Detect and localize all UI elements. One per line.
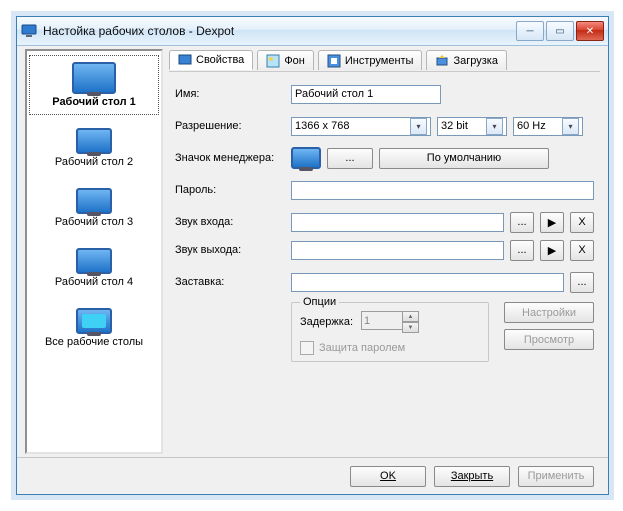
resolution-combo[interactable]: 1366 x 768 ▾ — [291, 117, 431, 136]
manager-icon-label: Значок менеджера: — [175, 152, 285, 164]
manager-icon-preview — [291, 147, 321, 169]
monitor-icon — [76, 248, 112, 274]
logout-sound-play-button[interactable]: ▶ — [540, 240, 564, 261]
app-icon — [21, 23, 37, 39]
sidebar-item-label: Рабочий стол 4 — [55, 276, 133, 288]
sidebar-item-desktop-2[interactable]: Рабочий стол 2 — [29, 121, 159, 175]
checkbox-box — [300, 341, 314, 355]
login-sound-label: Звук входа: — [175, 216, 285, 228]
logout-sound-clear-button[interactable]: X — [570, 240, 594, 261]
chevron-down-icon: ▾ — [562, 118, 579, 135]
desktop-list: Рабочий стол 1 Рабочий стол 2 Рабочий ст… — [25, 49, 163, 454]
tab-label: Фон — [284, 55, 305, 67]
sidebar-item-desktop-4[interactable]: Рабочий стол 4 — [29, 241, 159, 295]
screensaver-input[interactable] — [291, 273, 564, 292]
tab-label: Свойства — [196, 54, 244, 66]
tab-properties[interactable]: Свойства — [169, 50, 253, 70]
window-title: Настойка рабочих столов - Dexpot — [43, 24, 510, 38]
name-label: Имя: — [175, 88, 285, 100]
background-icon — [266, 54, 280, 68]
startup-icon — [435, 54, 449, 68]
chevron-down-icon: ▾ — [410, 118, 427, 135]
checkbox-label: Защита паролем — [319, 342, 405, 354]
tab-background[interactable]: Фон — [257, 50, 314, 70]
monitor-icon — [76, 188, 112, 214]
login-sound-browse-button[interactable]: ... — [510, 212, 534, 233]
combo-value: 32 bit — [441, 120, 468, 132]
screensaver-browse-button[interactable]: ... — [570, 272, 594, 293]
dialog-buttons: OK Закрыть Применить — [17, 457, 608, 494]
delay-label: Задержка: — [300, 316, 353, 328]
tab-bar: Свойства Фон Инструменты Загрузка — [169, 49, 600, 72]
logout-sound-label: Звук выхода: — [175, 244, 285, 256]
properties-icon — [178, 53, 192, 67]
combo-value: 60 Hz — [517, 120, 546, 132]
ok-button[interactable]: OK — [350, 466, 426, 487]
delay-spinner[interactable]: ▲ ▼ — [361, 311, 419, 333]
main-panel: Свойства Фон Инструменты Загрузка — [169, 49, 600, 454]
sidebar-item-label: Рабочий стол 1 — [52, 96, 135, 108]
window: Настойка рабочих столов - Dexpot ─ ▭ ✕ Р… — [16, 16, 609, 495]
sidebar-item-label: Рабочий стол 3 — [55, 216, 133, 228]
tab-startup[interactable]: Загрузка — [426, 50, 506, 70]
properties-form: Имя: Разрешение: 1366 x 768 ▾ 32 bit ▾ 6… — [169, 78, 600, 374]
maximize-button[interactable]: ▭ — [546, 21, 574, 41]
sidebar-item-desktop-1[interactable]: Рабочий стол 1 — [29, 55, 159, 115]
content-area: Рабочий стол 1 Рабочий стол 2 Рабочий ст… — [25, 49, 600, 454]
password-label: Пароль: — [175, 184, 285, 196]
options-group-title: Опции — [300, 296, 339, 308]
resolution-label: Разрешение: — [175, 120, 285, 132]
tab-label: Инструменты — [345, 55, 414, 67]
login-sound-play-button[interactable]: ▶ — [540, 212, 564, 233]
logout-sound-input[interactable] — [291, 241, 504, 260]
sidebar-item-desktop-3[interactable]: Рабочий стол 3 — [29, 181, 159, 235]
logout-sound-browse-button[interactable]: ... — [510, 240, 534, 261]
screensaver-label: Заставка: — [175, 276, 285, 288]
settings-button: Настройки — [504, 302, 594, 323]
sidebar-item-label: Рабочий стол 2 — [55, 156, 133, 168]
monitor-icon — [76, 128, 112, 154]
password-protect-checkbox: Защита паролем — [300, 341, 480, 355]
preview-button: Просмотр — [504, 329, 594, 350]
login-sound-input[interactable] — [291, 213, 504, 232]
close-button[interactable]: ✕ — [576, 21, 604, 41]
close-dialog-button[interactable]: Закрыть — [434, 466, 510, 487]
refresh-rate-combo[interactable]: 60 Hz ▾ — [513, 117, 583, 136]
minimize-button[interactable]: ─ — [516, 21, 544, 41]
password-input[interactable] — [291, 181, 594, 200]
icon-browse-button[interactable]: ... — [327, 148, 373, 169]
apply-button: Применить — [518, 466, 594, 487]
delay-input — [361, 311, 402, 330]
monitor-icon — [72, 62, 116, 94]
titlebar: Настойка рабочих столов - Dexpot ─ ▭ ✕ — [17, 17, 608, 46]
spin-up-icon[interactable]: ▲ — [402, 311, 419, 322]
tab-tools[interactable]: Инструменты — [318, 50, 423, 70]
chevron-down-icon: ▾ — [486, 118, 503, 135]
icon-default-button[interactable]: По умолчанию — [379, 148, 549, 169]
options-group: Опции Задержка: ▲ ▼ — [291, 302, 489, 362]
monitor-face-icon — [76, 308, 112, 334]
window-controls: ─ ▭ ✕ — [516, 21, 604, 41]
combo-value: 1366 x 768 — [295, 120, 349, 132]
tools-icon — [327, 54, 341, 68]
color-depth-combo[interactable]: 32 bit ▾ — [437, 117, 507, 136]
name-input[interactable] — [291, 85, 441, 104]
login-sound-clear-button[interactable]: X — [570, 212, 594, 233]
spin-down-icon[interactable]: ▼ — [402, 322, 419, 333]
sidebar-item-all-desktops[interactable]: Все рабочие столы — [29, 301, 159, 355]
tab-label: Загрузка — [453, 55, 497, 67]
sidebar-item-label: Все рабочие столы — [45, 336, 143, 348]
